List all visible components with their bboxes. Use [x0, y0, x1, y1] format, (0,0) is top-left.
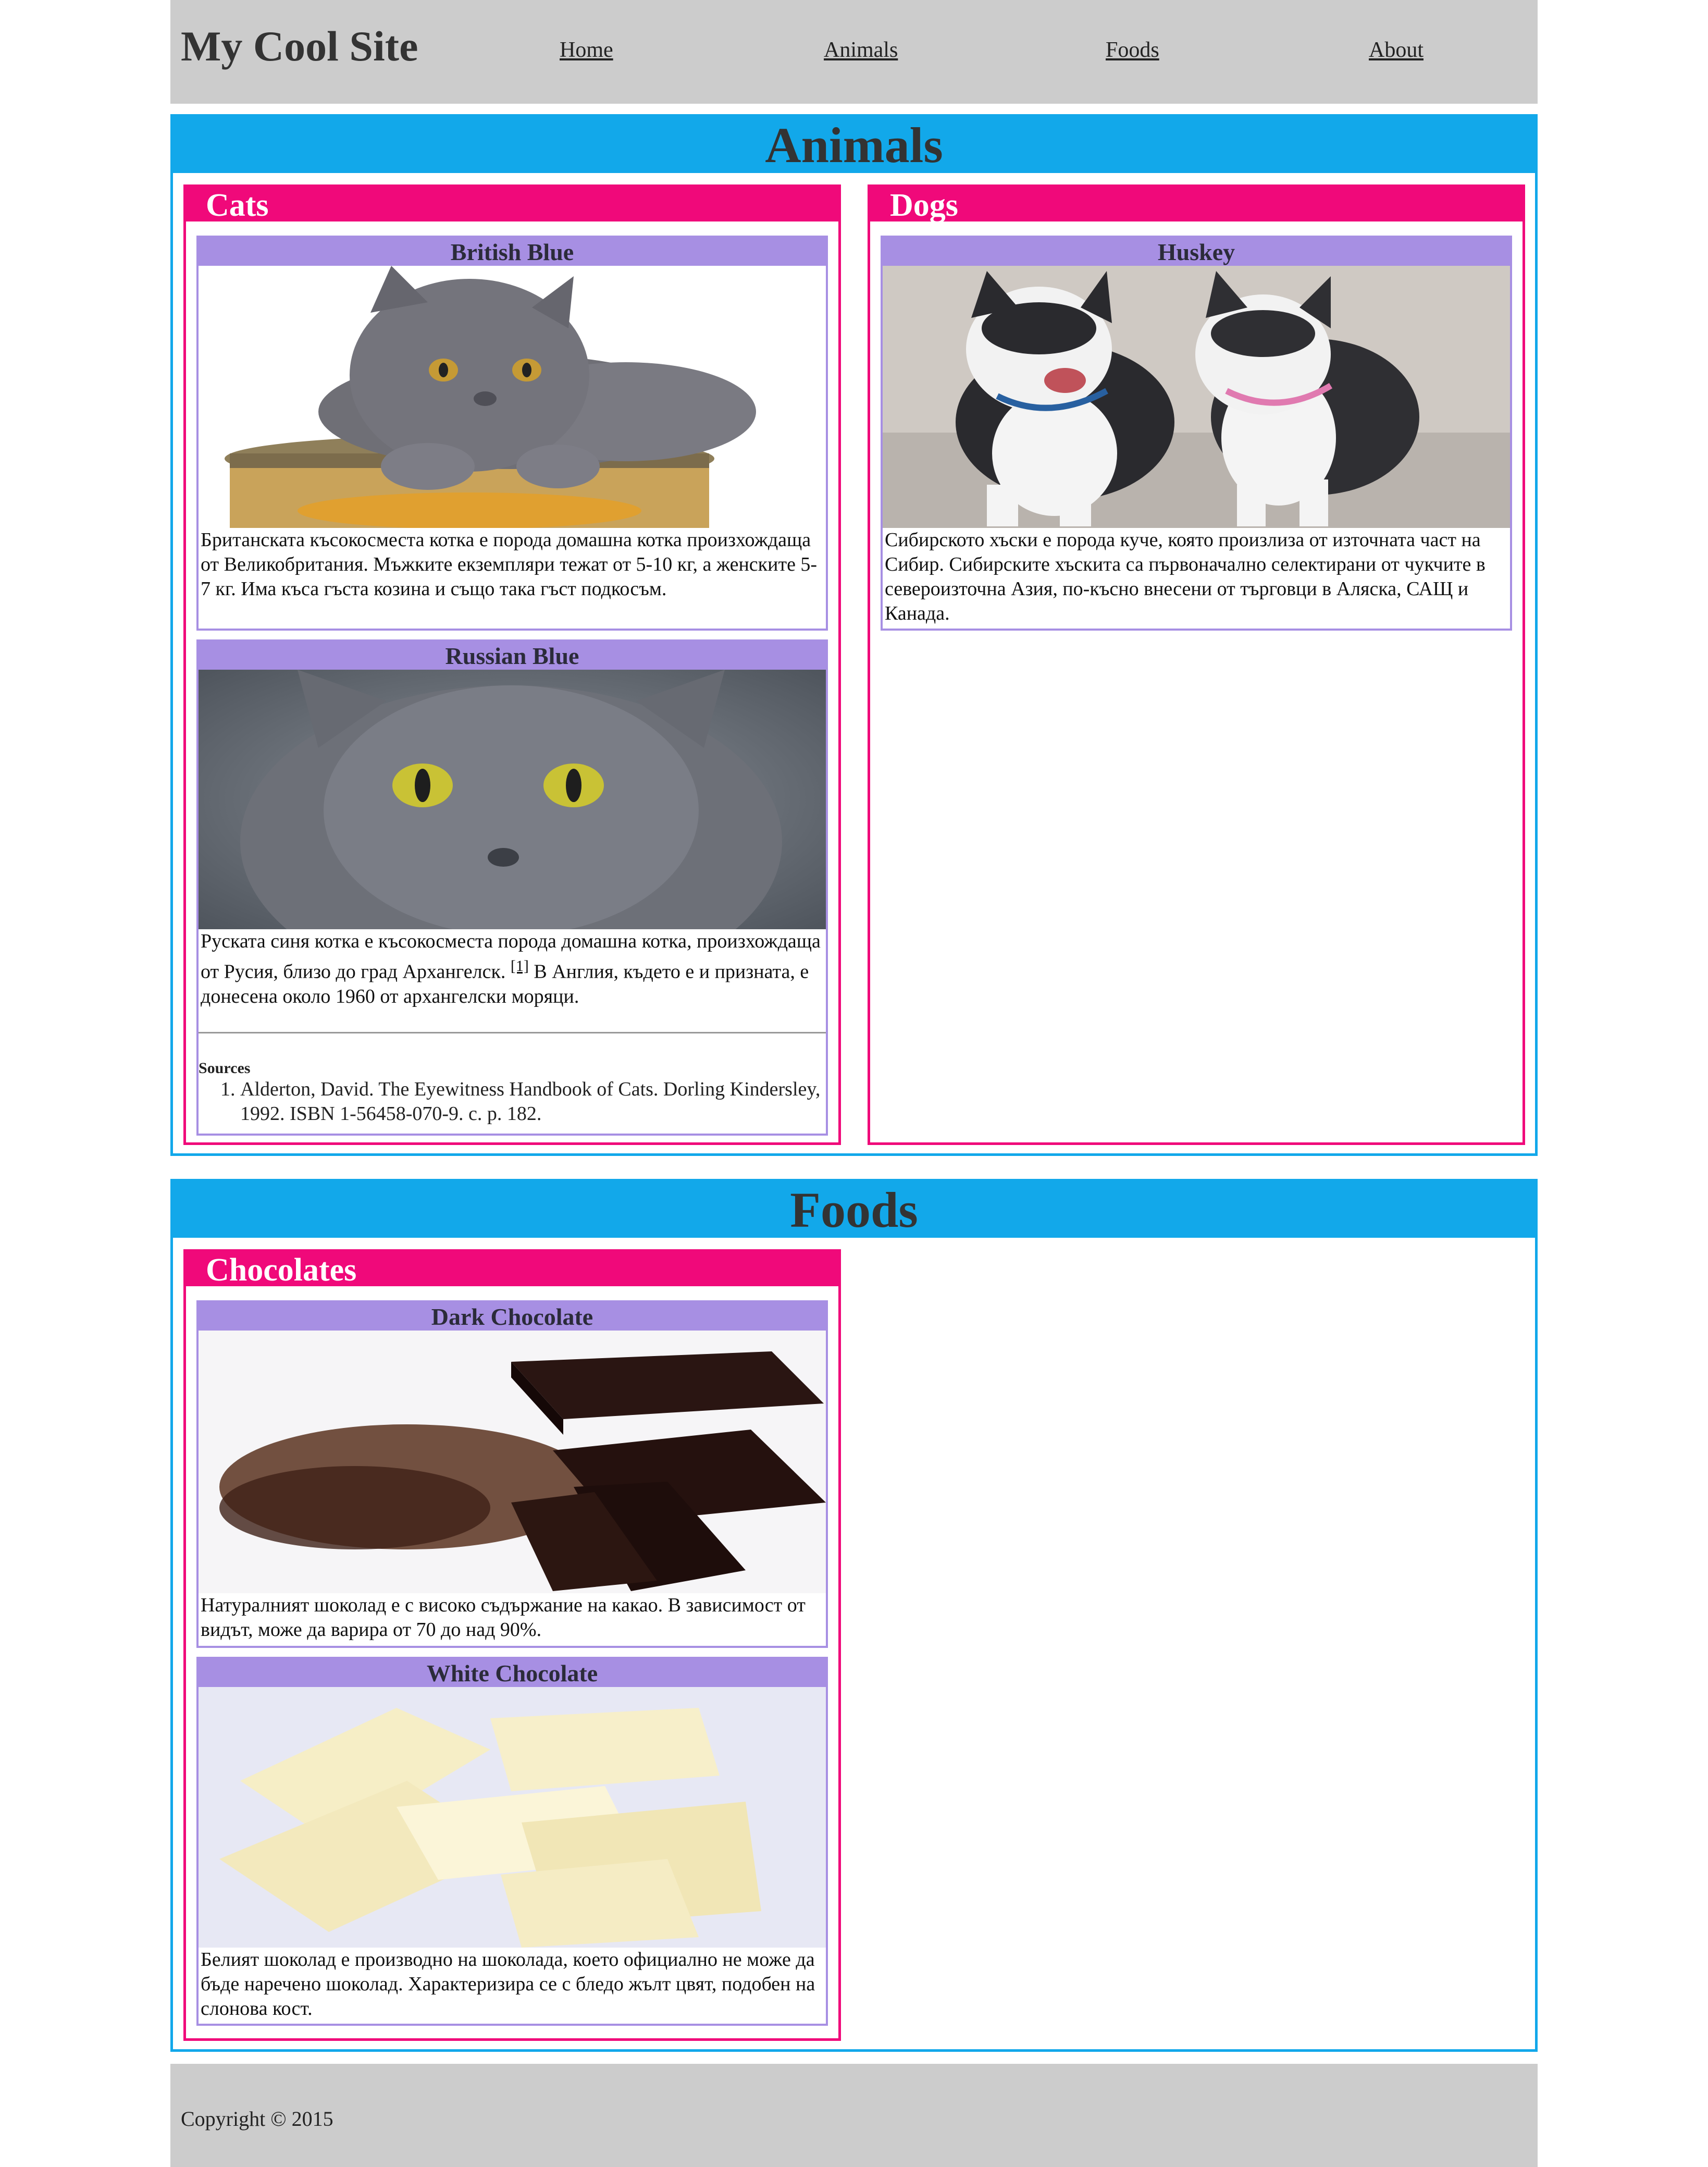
reference-link[interactable]: [1] [511, 957, 529, 975]
card-white-chocolate: White Chocolate Белият шоколад е произво… [196, 1657, 828, 2026]
category-heading-dogs: Dogs [870, 187, 1523, 223]
card-title: Russian Blue [199, 642, 826, 670]
card-title: Huskey [883, 238, 1510, 266]
white-chocolate-image [199, 1687, 826, 1948]
card-title: British Blue [199, 238, 826, 266]
category-heading-chocolates: Chocolates [186, 1252, 838, 1288]
british-blue-cat-image [199, 266, 826, 528]
copyright-text: Copyright © 2015 [181, 2107, 333, 2131]
animals-section: Animals Cats British Blue Британската къ… [170, 114, 1538, 1156]
source-item: Alderton, David. The Eyewitness Handbook… [240, 1077, 826, 1126]
russian-blue-cat-image [199, 670, 826, 929]
foods-section: Foods Chocolates Dark Chocolate Натуралн… [170, 1179, 1538, 2052]
card-description: Натуралният шоколад е с високо съдържани… [201, 1594, 806, 1641]
sources-list: Alderton, David. The Eyewitness Handbook… [199, 1077, 826, 1126]
card-description: Белият шоколад е производно на шоколада,… [201, 1949, 815, 2020]
card-description: Руската синя котка е късокосместа порода… [201, 930, 821, 1007]
card-description: Сибирското хъски е порода куче, която пр… [885, 529, 1486, 624]
sources-heading: Sources [199, 1059, 251, 1077]
site-title: My Cool Site [181, 22, 418, 70]
section-heading-foods: Foods [173, 1181, 1535, 1238]
card-russian-blue: Russian Blue Руската синя котка е късоко… [196, 639, 828, 1136]
card-dark-chocolate: Dark Chocolate Натуралният шоколад е с в… [196, 1300, 828, 1648]
card-description: Британската късокосместа котка е порода … [201, 529, 818, 600]
nav-link-animals[interactable]: Animals [824, 38, 898, 63]
card-title: Dark Chocolate [199, 1302, 826, 1331]
nav-link-home[interactable]: Home [560, 38, 613, 63]
site-header: My Cool Site Home Animals Foods About [170, 0, 1538, 104]
site-footer: Copyright © 2015 [170, 2064, 1538, 2167]
nav-link-about[interactable]: About [1369, 38, 1424, 63]
sources-divider [199, 1031, 826, 1033]
category-dogs: Dogs Huskey Сибирското хъски е порода ку… [868, 184, 1525, 1145]
card-title: White Chocolate [199, 1659, 826, 1687]
dark-chocolate-image [199, 1331, 826, 1593]
husky-puppies-image [883, 266, 1510, 528]
category-cats: Cats British Blue Британската късокосмес… [183, 184, 841, 1145]
category-chocolates: Chocolates Dark Chocolate Натуралният шо… [183, 1249, 841, 2041]
card-british-blue: British Blue Британската късокосместа ко… [196, 236, 828, 631]
section-heading-animals: Animals [173, 117, 1535, 173]
category-heading-cats: Cats [186, 187, 838, 223]
card-huskey: Huskey Сибирското хъски е порода куче, к… [881, 236, 1512, 631]
nav-link-foods[interactable]: Foods [1106, 38, 1159, 63]
